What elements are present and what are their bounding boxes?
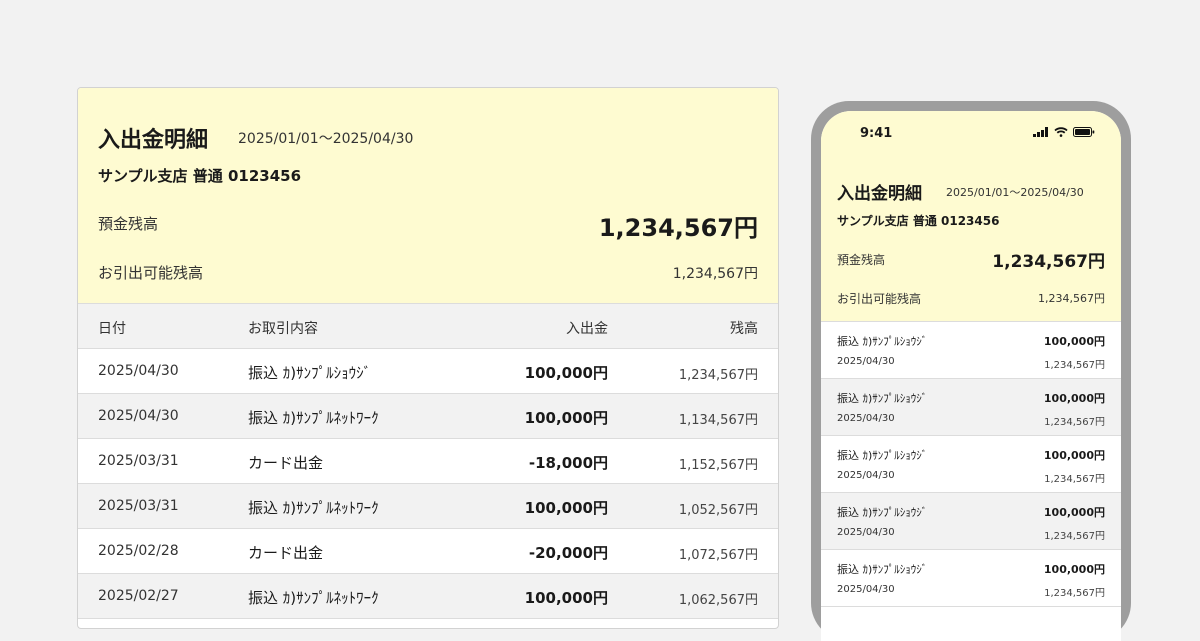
table-row[interactable]: 2025/04/30 振込 ｶ)ｻﾝﾌﾟﾙｼｮｳｼﾞ 100,000円 1,23… xyxy=(78,349,778,394)
wifi-icon xyxy=(1054,127,1068,137)
row-description: 振込 ｶ)ｻﾝﾌﾟﾙﾈｯﾄﾜｰｸ xyxy=(248,409,379,427)
row-date: 2025/03/31 xyxy=(98,453,179,469)
row-balance: 1,152,567円 xyxy=(678,458,758,473)
row-amount: 100,000円 xyxy=(524,589,608,607)
row-date: 2025/04/30 xyxy=(98,363,179,379)
available-balance-value: 1,234,567円 xyxy=(672,266,758,282)
period-range: 2025/01/01～2025/04/30 xyxy=(946,186,1084,199)
phone-screen: 9:41 入出金明細 2025/01/01～2025/04/30 サンプル支店 … xyxy=(821,111,1121,641)
table-row[interactable]: 2025/02/28 カード出金 -20,000円 1,072,567円 xyxy=(78,529,778,574)
row-date: 2025/04/30 xyxy=(98,408,179,424)
item-description: 振込 ｶ)ｻﾝﾌﾟﾙｼｮｳｼﾞ xyxy=(837,506,928,519)
row-amount: -20,000円 xyxy=(528,544,608,562)
list-item[interactable]: 振込 ｶ)ｻﾝﾌﾟﾙｼｮｳｼﾞ 100,000円 2025/04/30 1,23… xyxy=(821,379,1121,436)
item-date: 2025/04/30 xyxy=(837,584,895,595)
item-amount: 100,000円 xyxy=(1043,392,1105,405)
list-item[interactable]: 振込 ｶ)ｻﾝﾌﾟﾙｼｮｳｼﾞ 100,000円 2025/04/30 1,23… xyxy=(821,493,1121,550)
item-amount: 100,000円 xyxy=(1043,335,1105,348)
row-description: カード出金 xyxy=(248,454,324,472)
list-item[interactable]: 振込 ｶ)ｻﾝﾌﾟﾙｼｮｳｼﾞ 100,000円 2025/04/30 1,23… xyxy=(821,436,1121,493)
table-header: 日付 お取引内容 入出金 残高 xyxy=(78,304,778,349)
row-amount: 100,000円 xyxy=(524,499,608,517)
item-description: 振込 ｶ)ｻﾝﾌﾟﾙｼｮｳｼﾞ xyxy=(837,392,928,405)
item-date: 2025/04/30 xyxy=(837,470,895,481)
table-row[interactable]: 2025/03/31 カード出金 -18,000円 1,152,567円 xyxy=(78,439,778,484)
row-balance: 1,062,567円 xyxy=(678,593,758,608)
item-balance: 1,234,567円 xyxy=(1044,588,1105,599)
status-bar-time: 9:41 xyxy=(860,126,893,141)
row-balance: 1,052,567円 xyxy=(678,503,758,518)
item-balance: 1,234,567円 xyxy=(1044,474,1105,485)
item-balance: 1,234,567円 xyxy=(1044,417,1105,428)
balance-label: 預金残高 xyxy=(98,215,159,233)
item-date: 2025/04/30 xyxy=(837,413,895,424)
item-date: 2025/04/30 xyxy=(837,527,895,538)
row-amount: -18,000円 xyxy=(528,454,608,472)
row-amount: 100,000円 xyxy=(524,364,608,382)
balance-label: 預金残高 xyxy=(837,253,886,267)
item-balance: 1,234,567円 xyxy=(1044,360,1105,371)
list-item[interactable]: 振込 ｶ)ｻﾝﾌﾟﾙｼｮｳｼﾞ 100,000円 2025/04/30 1,23… xyxy=(821,322,1121,379)
list-item[interactable]: 振込 ｶ)ｻﾝﾌﾟﾙｼｮｳｼﾞ 100,000円 2025/04/30 1,23… xyxy=(821,550,1121,607)
row-balance: 1,134,567円 xyxy=(678,413,758,428)
row-description: 振込 ｶ)ｻﾝﾌﾟﾙｼｮｳｼﾞ xyxy=(248,364,372,382)
signal-icon xyxy=(1033,127,1048,137)
item-description: 振込 ｶ)ｻﾝﾌﾟﾙｼｮｳｼﾞ xyxy=(837,563,928,576)
row-date: 2025/02/28 xyxy=(98,543,179,559)
account-info: サンプル支店 普通 0123456 xyxy=(98,167,302,185)
row-description: 振込 ｶ)ｻﾝﾌﾟﾙﾈｯﾄﾜｰｸ xyxy=(248,499,379,517)
item-amount: 100,000円 xyxy=(1043,563,1105,576)
account-info: サンプル支店 普通 0123456 xyxy=(837,214,1000,228)
item-amount: 100,000円 xyxy=(1043,449,1105,462)
available-balance-value: 1,234,567円 xyxy=(1038,292,1105,305)
row-description: 振込 ｶ)ｻﾝﾌﾟﾙﾈｯﾄﾜｰｸ xyxy=(248,589,379,607)
available-balance-label: お引出可能残高 xyxy=(98,264,204,282)
page-title: 入出金明細 xyxy=(837,184,922,204)
mobile-summary-header: 9:41 入出金明細 2025/01/01～2025/04/30 サンプル支店 … xyxy=(821,111,1121,322)
row-date: 2025/03/31 xyxy=(98,498,179,514)
desktop-statement-panel: 入出金明細 2025/01/01～2025/04/30 サンプル支店 普通 01… xyxy=(77,87,779,629)
row-balance: 1,234,567円 xyxy=(678,368,758,383)
item-balance: 1,234,567円 xyxy=(1044,531,1105,542)
row-date: 2025/02/27 xyxy=(98,588,179,604)
item-description: 振込 ｶ)ｻﾝﾌﾟﾙｼｮｳｼﾞ xyxy=(837,335,928,348)
available-balance-label: お引出可能残高 xyxy=(837,292,922,306)
table-row[interactable]: 2025/02/27 振込 ｶ)ｻﾝﾌﾟﾙﾈｯﾄﾜｰｸ 100,000円 1,0… xyxy=(78,574,778,619)
column-header-amount: 入出金 xyxy=(566,321,608,337)
status-bar-icons xyxy=(1033,127,1095,137)
table-row[interactable]: 2025/03/31 振込 ｶ)ｻﾝﾌﾟﾙﾈｯﾄﾜｰｸ 100,000円 1,0… xyxy=(78,484,778,529)
item-amount: 100,000円 xyxy=(1043,506,1105,519)
battery-icon xyxy=(1073,127,1095,137)
column-header-date: 日付 xyxy=(98,321,126,337)
row-balance: 1,072,567円 xyxy=(678,548,758,563)
phone-frame: 9:41 入出金明細 2025/01/01～2025/04/30 サンプル支店 … xyxy=(811,101,1131,641)
item-date: 2025/04/30 xyxy=(837,356,895,367)
period-range: 2025/01/01～2025/04/30 xyxy=(238,131,414,147)
row-amount: 100,000円 xyxy=(524,409,608,427)
table-row[interactable]: 2025/04/30 振込 ｶ)ｻﾝﾌﾟﾙﾈｯﾄﾜｰｸ 100,000円 1,1… xyxy=(78,394,778,439)
desktop-summary-header: 入出金明細 2025/01/01～2025/04/30 サンプル支店 普通 01… xyxy=(78,88,778,304)
column-header-balance: 残高 xyxy=(730,321,758,337)
page-title: 入出金明細 xyxy=(98,128,209,153)
item-description: 振込 ｶ)ｻﾝﾌﾟﾙｼｮｳｼﾞ xyxy=(837,449,928,462)
balance-value: 1,234,567円 xyxy=(992,252,1105,272)
column-header-description: お取引内容 xyxy=(248,321,318,337)
row-description: カード出金 xyxy=(248,544,324,562)
balance-value: 1,234,567円 xyxy=(598,214,758,242)
